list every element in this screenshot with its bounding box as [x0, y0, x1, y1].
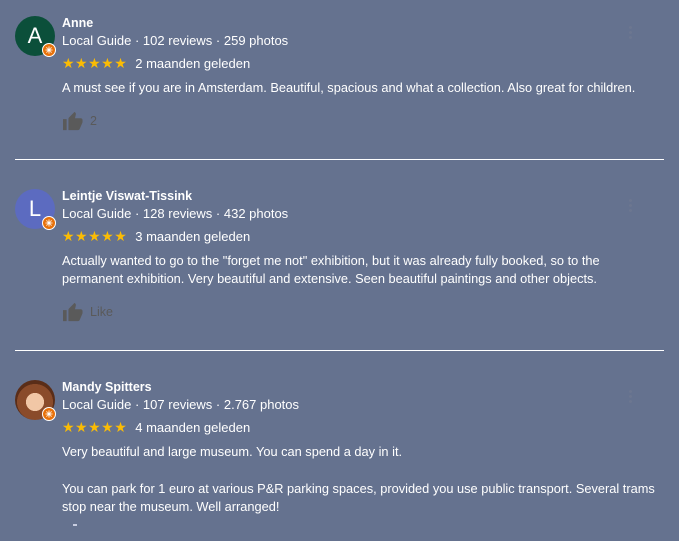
reviewer-meta: Local Guide · 102 reviews · 259 photos	[62, 33, 289, 48]
review-date: 3 maanden geleden	[135, 229, 251, 244]
reviewer-avatar[interactable]	[15, 380, 56, 421]
like-count: 2	[90, 114, 97, 128]
divider	[15, 159, 664, 160]
local-guide-badge-icon	[42, 407, 56, 421]
like-button[interactable]: Like	[62, 302, 113, 322]
reviewer-name[interactable]: Anne	[62, 16, 93, 30]
review-text: Actually wanted to go to the "forget me …	[62, 253, 600, 286]
local-guide-badge-icon	[42, 216, 56, 230]
star-rating: ★★★★★	[62, 228, 128, 244]
divider	[15, 350, 664, 351]
review-text: Very beautiful and large museum. You can…	[62, 444, 403, 459]
reviewer-meta: Local Guide · 107 reviews · 2.767 photos	[62, 397, 300, 412]
rating-row: ★★★★★ 2 maanden geleden	[62, 55, 250, 72]
rating-row: ★★★★★ 4 maanden geleden	[62, 419, 250, 436]
thumb-up-icon	[63, 111, 83, 131]
more-vert-icon[interactable]	[629, 199, 633, 215]
reviewer-name[interactable]: Mandy Spitters	[62, 380, 152, 394]
rating-row: ★★★★★ 3 maanden geleden	[62, 228, 250, 245]
star-rating: ★★★★★	[62, 419, 128, 435]
like-button[interactable]: 2	[62, 111, 97, 131]
reviewer-avatar[interactable]: L	[15, 189, 56, 230]
thumb-up-icon	[63, 302, 83, 322]
reviewer-meta: Local Guide · 128 reviews · 432 photos	[62, 206, 289, 221]
local-guide-badge-icon	[42, 43, 56, 57]
avatar-initial: L	[28, 196, 42, 221]
reviewer-avatar[interactable]: A	[15, 16, 56, 57]
star-rating: ★★★★★	[62, 55, 128, 71]
review-text: You can park for 1 euro at various P&R p…	[62, 481, 655, 514]
more-vert-icon[interactable]	[629, 26, 633, 42]
reviewer-name[interactable]: Leintje Viswat-Tissink	[62, 189, 192, 203]
review-text: A must see if you are in Amsterdam. Beau…	[62, 80, 636, 95]
review-date: 2 maanden geleden	[135, 56, 251, 71]
more-vert-icon[interactable]	[629, 390, 633, 406]
avatar-initial: A	[27, 23, 43, 48]
review-date: 4 maanden geleden	[135, 420, 251, 435]
expand-icon[interactable]	[73, 524, 77, 526]
like-label: Like	[90, 305, 113, 319]
